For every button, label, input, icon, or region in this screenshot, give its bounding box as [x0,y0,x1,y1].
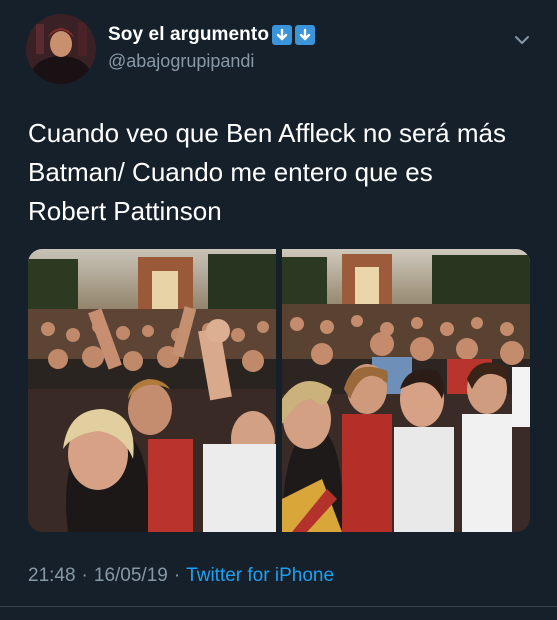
tweet-time[interactable]: 21:48 [28,565,76,587]
crowd-photo-right[interactable] [282,249,530,532]
chevron-down-icon[interactable] [512,30,532,50]
avatar[interactable] [26,14,96,84]
tweet-source-link[interactable]: Twitter for iPhone [186,565,334,587]
meta-separator: · [173,565,181,586]
tweet-text: Cuando veo que Ben Affleck no será más B… [28,114,538,231]
tweet-text-line: Cuando veo que Ben Affleck no será más [28,118,506,148]
down-arrow-icon [295,25,316,45]
divider [0,606,557,607]
tweet: Soy el argumento @abajogrupipandi Cuando… [0,0,557,620]
display-name[interactable]: Soy el argumento [108,24,269,46]
crowd-photo-left[interactable] [28,249,276,532]
down-arrow-icon [272,25,293,45]
tweet-date[interactable]: 16/05/19 [94,565,168,587]
media-grid [28,249,530,532]
meta-separator: · [81,565,88,586]
tweet-text-line: Robert Pattinson [28,196,222,226]
author-name-row: Soy el argumento [108,24,316,46]
tweet-text-line: Batman/ Cuando me entero que es [28,157,433,187]
avatar-image [26,14,96,84]
user-handle[interactable]: @abajogrupipandi [108,51,254,72]
tweet-metadata: 21:48 · 16/05/19 · Twitter for iPhone [28,565,334,587]
